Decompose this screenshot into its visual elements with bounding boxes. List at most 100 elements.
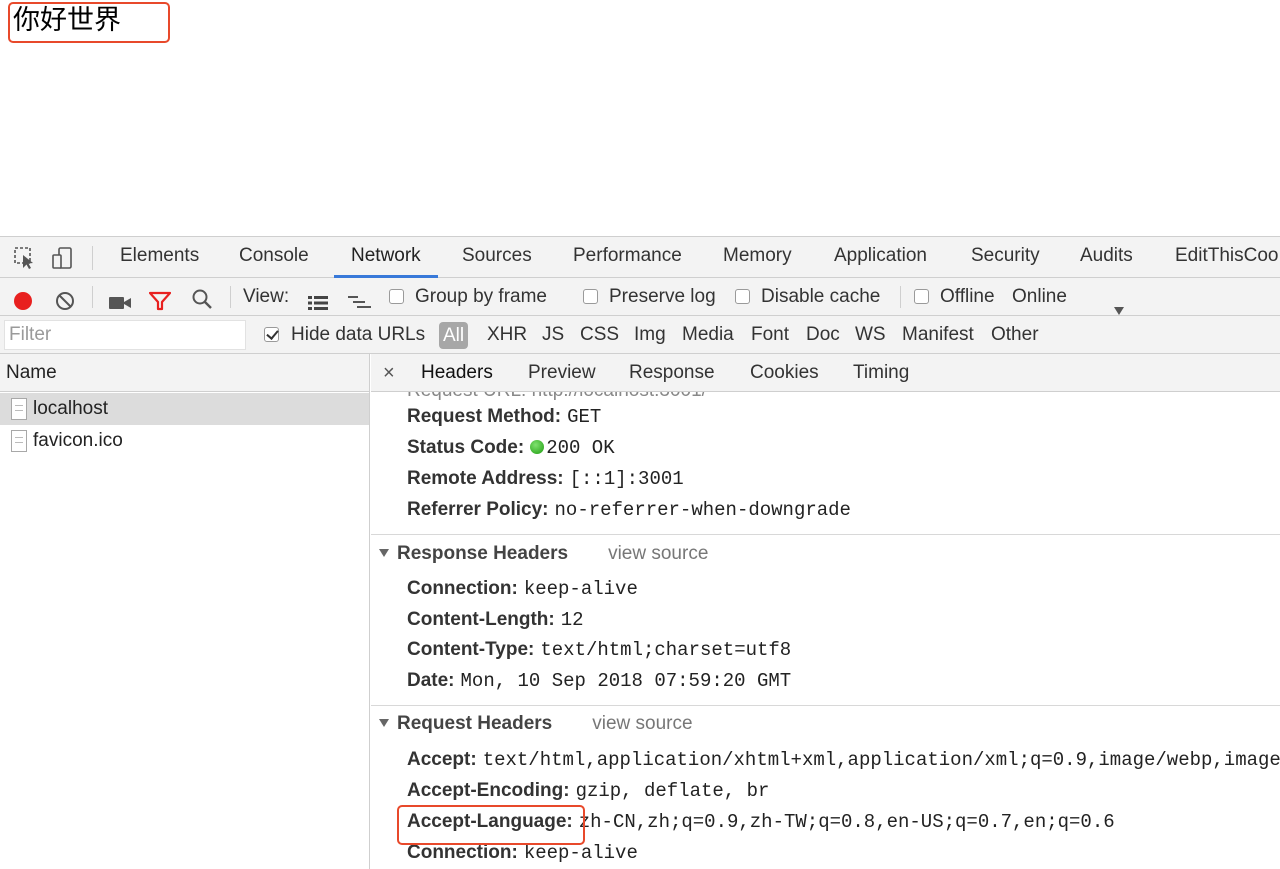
header-key: Request Method: [407,406,562,427]
tab-cookies[interactable]: Cookies [750,354,819,392]
tabbar-separator [92,246,93,270]
referrer-policy-row: Referrer Policy: no-referrer-when-downgra… [407,496,851,524]
tab-application[interactable]: Application [834,237,927,278]
tab-network[interactable]: Network [334,237,438,278]
header-key: Accept: [407,749,477,770]
filter-type-media[interactable]: Media [682,316,734,354]
header-key: Referrer Policy: [407,499,549,520]
header-value: 200 OK [546,437,615,459]
preserve-log-checkbox[interactable] [583,289,598,304]
request-headers-section[interactable]: Request Headers view source [379,709,693,739]
group-by-frame-checkbox[interactable] [389,289,404,304]
tab-elements[interactable]: Elements [120,237,199,278]
header-value: text/html;charset=utf8 [540,639,792,661]
group-by-frame-label: Group by frame [415,286,547,307]
header-key: Accept-Language: [407,811,573,832]
record-icon[interactable] [13,287,33,310]
filter-type-font[interactable]: Font [751,316,789,354]
triangle-down-icon [379,719,389,727]
chevron-down-icon[interactable] [1113,292,1125,315]
header-value: zh-CN,zh;q=0.9,zh-TW;q=0.8,en-US;q=0.7,e… [578,811,1115,833]
controlbar-separator [230,286,231,308]
filter-funnel-icon[interactable] [148,287,172,311]
header-value: keep-alive [523,842,638,864]
tab-headers[interactable]: Headers [421,354,493,392]
header-value: 12 [560,609,584,631]
response-headers-section[interactable]: Response Headers view source [379,539,708,569]
devtools-tabbar: Elements Console Network Sources Perform… [0,236,1280,278]
disable-cache-checkbox[interactable] [735,289,750,304]
filter-type-js[interactable]: JS [542,316,564,354]
waterfall-overview-icon[interactable] [347,288,373,308]
tab-performance[interactable]: Performance [573,237,682,278]
request-row-localhost[interactable]: localhost [0,393,369,425]
header-value: Mon, 10 Sep 2018 07:59:20 GMT [460,670,792,692]
header-value: gzip, deflate, br [575,780,770,802]
request-row-favicon[interactable]: favicon.ico [0,425,369,457]
section-divider [371,534,1280,535]
disable-cache-label: Disable cache [761,286,881,307]
hide-data-urls-label: Hide data URLs [291,324,426,345]
request-header-row: Accept: text/html,application/xhtml+xml,a… [407,746,1280,774]
tab-editthiscookie[interactable]: EditThisCoo [1175,237,1279,278]
tab-audits[interactable]: Audits [1080,237,1133,278]
filter-type-xhr[interactable]: XHR [487,316,527,354]
request-details: × Headers Preview Response Cookies Timin… [371,354,1280,869]
filter-input[interactable] [4,320,246,350]
search-icon[interactable] [191,286,213,309]
tab-preview[interactable]: Preview [528,354,596,392]
headers-content: Request URL: http://localhost:3001/ Requ… [371,392,1280,869]
header-key: Content-Length: [407,609,555,630]
network-controlbar: View: Group by frame Preserve log Disabl… [0,278,1280,316]
request-header-row: Connection: keep-alive [407,839,638,867]
preserve-log-label: Preserve log [609,286,716,307]
large-rows-list-icon[interactable] [307,288,329,310]
tab-console[interactable]: Console [239,237,309,278]
filter-type-img[interactable]: Img [634,316,666,354]
tab-sources[interactable]: Sources [462,237,532,278]
controlbar-separator [900,286,901,308]
header-value: text/html,application/xhtml+xml,applicat… [482,749,1280,771]
inspect-element-icon[interactable] [13,246,37,270]
filter-type-doc[interactable]: Doc [806,316,840,354]
filter-type-css[interactable]: CSS [580,316,619,354]
offline-label: Offline [940,286,995,307]
throttling-select[interactable]: Online [1012,278,1067,316]
hide-data-urls-checkbox[interactable] [264,327,279,342]
detail-tabbar: × Headers Preview Response Cookies Timin… [371,354,1280,392]
remote-address-row: Remote Address: [::1]:3001 [407,465,684,493]
document-file-icon [11,398,27,420]
section-divider [371,705,1280,706]
filter-type-all[interactable]: All [439,322,469,349]
name-column-header[interactable]: Name [0,354,369,392]
filter-type-manifest[interactable]: Manifest [902,316,974,354]
triangle-down-icon [379,549,389,557]
tab-timing[interactable]: Timing [853,354,909,392]
header-key: Accept-Encoding: [407,780,570,801]
header-value: [::1]:3001 [569,468,684,490]
close-icon[interactable]: × [383,354,395,392]
view-source-link[interactable]: view source [608,543,708,564]
controlbar-separator [92,286,93,308]
devtools-panel: Elements Console Network Sources Perform… [0,236,1280,869]
header-key: Status Code: [407,437,525,458]
request-name: favicon.ico [33,430,123,451]
section-title: Request Headers [397,713,553,734]
screenshot-camera-icon[interactable] [108,288,132,309]
offline-checkbox[interactable] [914,289,929,304]
clear-icon[interactable] [55,287,75,310]
header-value: no-referrer-when-downgrade [554,499,851,521]
filter-type-other[interactable]: Other [991,316,1039,354]
request-header-row-accept-language: Accept-Language: zh-CN,zh;q=0.9,zh-TW;q=0… [407,808,1115,836]
tab-response[interactable]: Response [629,354,715,392]
header-key: Content-Type: [407,639,535,660]
device-toolbar-icon[interactable] [51,246,75,270]
filter-type-ws[interactable]: WS [855,316,886,354]
status-ok-icon [530,440,545,454]
view-source-link[interactable]: view source [592,713,692,734]
request-method-row: Request Method: GET [407,403,601,431]
header-value: GET [567,406,602,428]
tab-memory[interactable]: Memory [723,237,792,278]
tab-security[interactable]: Security [971,237,1040,278]
request-name: localhost [33,398,108,419]
